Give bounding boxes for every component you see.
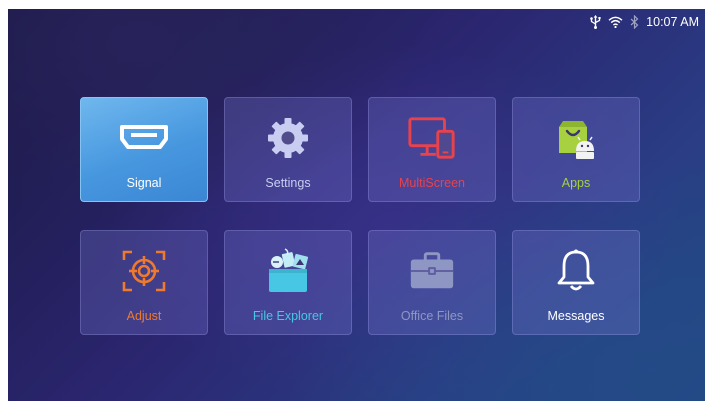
status-bar: 10:07 AM bbox=[590, 13, 699, 31]
media-folder-icon bbox=[263, 247, 313, 295]
tile-settings[interactable]: Settings bbox=[224, 97, 352, 202]
home-screen: 10:07 AM Signal Settings MultiScreen App… bbox=[8, 9, 705, 401]
tile-label: MultiScreen bbox=[399, 176, 465, 190]
multiscreen-icon bbox=[407, 114, 457, 162]
tile-signal[interactable]: Signal bbox=[80, 97, 208, 202]
crosshair-icon bbox=[119, 247, 169, 295]
tile-adjust[interactable]: Adjust bbox=[80, 230, 208, 335]
briefcase-icon bbox=[407, 247, 457, 295]
usb-icon bbox=[590, 15, 601, 29]
gear-icon bbox=[263, 114, 313, 162]
tile-label: Office Files bbox=[400, 309, 464, 323]
tile-label: Apps bbox=[561, 176, 591, 190]
hdmi-icon bbox=[119, 114, 169, 162]
tile-label: Settings bbox=[265, 176, 311, 190]
wifi-icon bbox=[608, 16, 623, 28]
bell-icon bbox=[551, 247, 601, 295]
tile-multiscreen[interactable]: MultiScreen bbox=[368, 97, 496, 202]
clock-time: 10:07 AM bbox=[646, 15, 699, 29]
android-store-icon bbox=[551, 114, 601, 162]
tile-label: Adjust bbox=[126, 309, 162, 323]
tile-label: Signal bbox=[126, 176, 162, 190]
tile-file-explorer[interactable]: File Explorer bbox=[224, 230, 352, 335]
tile-office-files[interactable]: Office Files bbox=[368, 230, 496, 335]
bluetooth-icon bbox=[630, 15, 639, 29]
tile-label: Messages bbox=[547, 309, 605, 323]
tile-apps[interactable]: Apps bbox=[512, 97, 640, 202]
tile-label: File Explorer bbox=[252, 309, 324, 323]
tile-messages[interactable]: Messages bbox=[512, 230, 640, 335]
